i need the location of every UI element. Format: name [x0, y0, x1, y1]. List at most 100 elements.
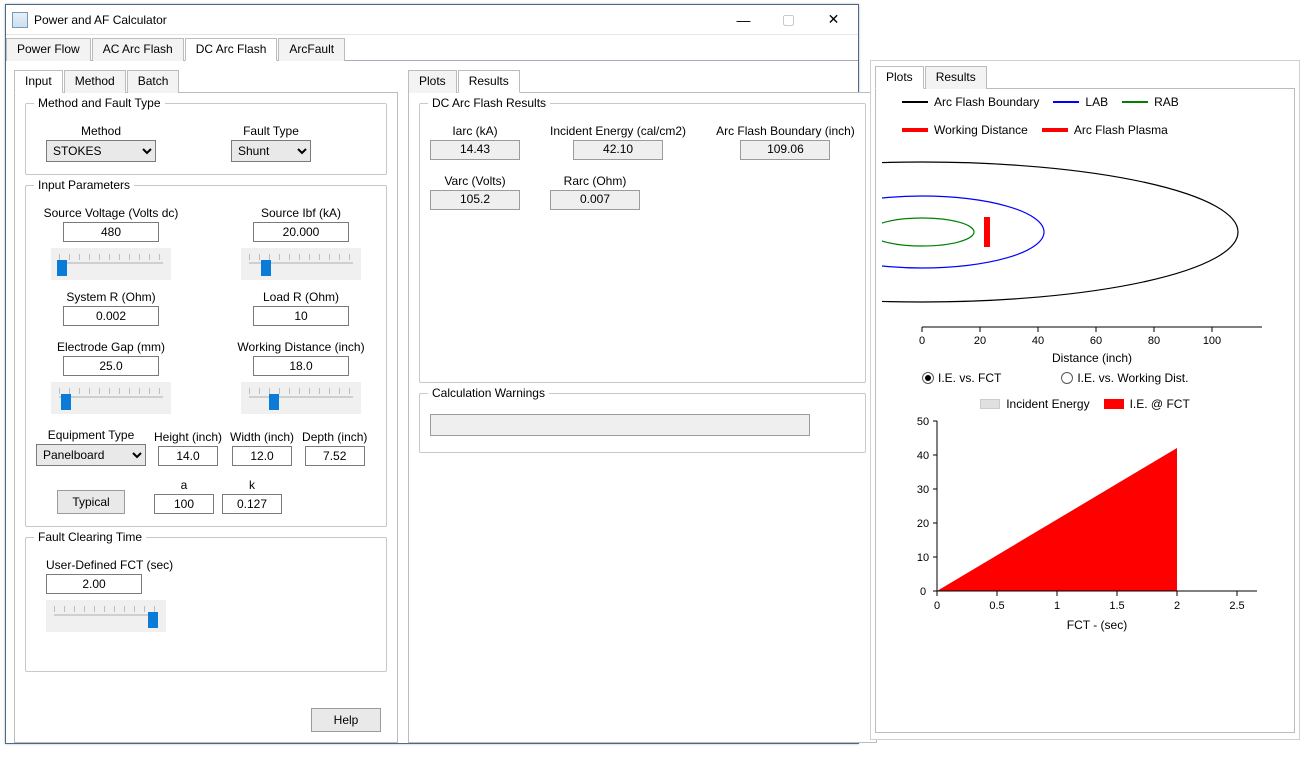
ellipse-legend: Arc Flash Boundary LAB RAB Working Dista…: [902, 95, 1288, 137]
group-method-legend: Method and Fault Type: [34, 96, 165, 110]
src-volt-label: Source Voltage (Volts dc): [44, 206, 179, 220]
titlebar: Power and AF Calculator — ▢ ✕: [6, 5, 858, 35]
wd-label: Working Distance (inch): [237, 340, 364, 354]
src-ibf-input[interactable]: [253, 222, 349, 242]
svg-text:0: 0: [920, 586, 926, 598]
svg-text:0: 0: [934, 600, 940, 612]
ellipse-xlabel: Distance (inch): [1052, 351, 1132, 365]
wd-slider[interactable]: [241, 382, 361, 414]
results-legend: DC Arc Flash Results: [428, 96, 550, 110]
ellipse-plot: 0 20 40 60 80 100 Distance (inch): [882, 137, 1292, 367]
height-label: Height (inch): [154, 430, 222, 444]
method-select[interactable]: STOKES: [46, 140, 156, 162]
group-dc-results: DC Arc Flash Results Iarc (kA) 14.43 Inc…: [419, 103, 866, 383]
warn-box: [430, 414, 810, 436]
svg-text:40: 40: [1032, 335, 1044, 347]
sys-r-label: System R (Ohm): [66, 290, 155, 304]
src-ibf-slider[interactable]: [241, 248, 361, 280]
tab-batch[interactable]: Batch: [127, 70, 180, 93]
svg-text:50: 50: [917, 416, 929, 428]
afb-value: 109.06: [740, 140, 830, 160]
load-r-label: Load R (Ohm): [263, 290, 339, 304]
iarc-value: 14.43: [430, 140, 520, 160]
sys-r-input[interactable]: [63, 306, 159, 326]
tab-input[interactable]: Input: [14, 70, 63, 93]
tab-method[interactable]: Method: [64, 70, 126, 93]
left-subtabs: Input Method Batch: [14, 69, 398, 93]
fct-label: User-Defined FCT (sec): [46, 558, 173, 572]
main-tabstrip: Power Flow AC Arc Flash DC Arc Flash Arc…: [6, 37, 858, 61]
app-window: Power and AF Calculator — ▢ ✕ Power Flow…: [5, 4, 859, 744]
svg-text:10: 10: [917, 552, 929, 564]
leg-afp: Arc Flash Plasma: [1074, 123, 1168, 137]
a-input[interactable]: [154, 494, 214, 514]
width-input[interactable]: [232, 446, 292, 466]
group-warnings: Calculation Warnings: [419, 393, 866, 453]
src-volt-input[interactable]: [63, 222, 159, 242]
iarc-label: Iarc (kA): [452, 124, 497, 138]
help-button[interactable]: Help: [311, 708, 381, 732]
src-volt-slider[interactable]: [51, 248, 171, 280]
area-xlabel: FCT - (sec): [1067, 618, 1127, 632]
gap-slider[interactable]: [51, 382, 171, 414]
depth-input[interactable]: [305, 446, 365, 466]
tab-ac-arc-flash[interactable]: AC Arc Flash: [92, 38, 184, 61]
svg-text:2: 2: [1174, 600, 1180, 612]
rarc-label: Rarc (Ohm): [564, 174, 627, 188]
results-panel: DC Arc Flash Results Iarc (kA) 14.43 Inc…: [408, 93, 877, 743]
group-input-params: Input Parameters Source Voltage (Volts d…: [25, 185, 387, 527]
tab-dc-arc-flash[interactable]: DC Arc Flash: [185, 38, 278, 61]
tab-plots-2[interactable]: Plots: [875, 66, 924, 89]
src-ibf-label: Source Ibf (kA): [261, 206, 341, 220]
radio-ie-fct[interactable]: I.E. vs. FCT: [922, 371, 1001, 385]
k-input[interactable]: [222, 494, 282, 514]
fct-slider[interactable]: [46, 600, 166, 632]
typical-button[interactable]: Typical: [57, 490, 124, 514]
svg-text:20: 20: [974, 335, 986, 347]
close-button[interactable]: ✕: [811, 6, 856, 34]
fault-type-label: Fault Type: [243, 124, 299, 138]
equip-type-label: Equipment Type: [48, 428, 135, 442]
plot-mode-radios: I.E. vs. FCT I.E. vs. Working Dist.: [922, 371, 1288, 385]
load-r-input[interactable]: [253, 306, 349, 326]
maximize-button[interactable]: ▢: [766, 6, 811, 34]
group-method-fault: Method and Fault Type Method STOKES Faul…: [25, 103, 387, 175]
equip-type-select[interactable]: Panelboard: [36, 444, 146, 466]
svg-text:80: 80: [1148, 335, 1160, 347]
tab-results-2[interactable]: Results: [925, 66, 987, 89]
tab-power-flow[interactable]: Power Flow: [6, 38, 91, 61]
leg-wd: Working Distance: [934, 123, 1028, 137]
ie-label: Incident Energy (cal/cm2): [550, 124, 686, 138]
right-subtabs: Plots Results: [408, 69, 877, 93]
varc-label: Varc (Volts): [444, 174, 505, 188]
fault-type-select[interactable]: Shunt: [231, 140, 311, 162]
width-label: Width (inch): [230, 430, 294, 444]
svg-text:1.5: 1.5: [1109, 600, 1124, 612]
leg2-fct: I.E. @ FCT: [1130, 397, 1190, 411]
svg-text:1: 1: [1054, 600, 1060, 612]
tab-plots[interactable]: Plots: [408, 70, 457, 93]
svg-text:30: 30: [917, 484, 929, 496]
fct-input[interactable]: [46, 574, 142, 594]
a-label: a: [181, 478, 188, 492]
warn-legend: Calculation Warnings: [428, 386, 549, 400]
wd-input[interactable]: [253, 356, 349, 376]
app-icon: [12, 12, 28, 28]
gap-label: Electrode Gap (mm): [57, 340, 165, 354]
plots-subtabs: Plots Results: [875, 65, 1295, 89]
svg-text:0.5: 0.5: [989, 600, 1004, 612]
svg-text:100: 100: [1203, 335, 1221, 347]
depth-label: Depth (inch): [302, 430, 367, 444]
minimize-button[interactable]: —: [721, 6, 766, 34]
svg-text:0: 0: [919, 335, 925, 347]
varc-value: 105.2: [430, 190, 520, 210]
area-plot: 0 10 20 30 40 50 0 0.5 1 1.5 2 2.5: [882, 411, 1292, 641]
tab-results[interactable]: Results: [458, 70, 520, 93]
radio-ie-wd[interactable]: I.E. vs. Working Dist.: [1061, 371, 1188, 385]
k-label: k: [249, 478, 255, 492]
tab-arcfault[interactable]: ArcFault: [278, 38, 345, 61]
plots-body: Arc Flash Boundary LAB RAB Working Dista…: [875, 89, 1295, 733]
leg-afb: Arc Flash Boundary: [934, 95, 1039, 109]
height-input[interactable]: [158, 446, 218, 466]
gap-input[interactable]: [63, 356, 159, 376]
